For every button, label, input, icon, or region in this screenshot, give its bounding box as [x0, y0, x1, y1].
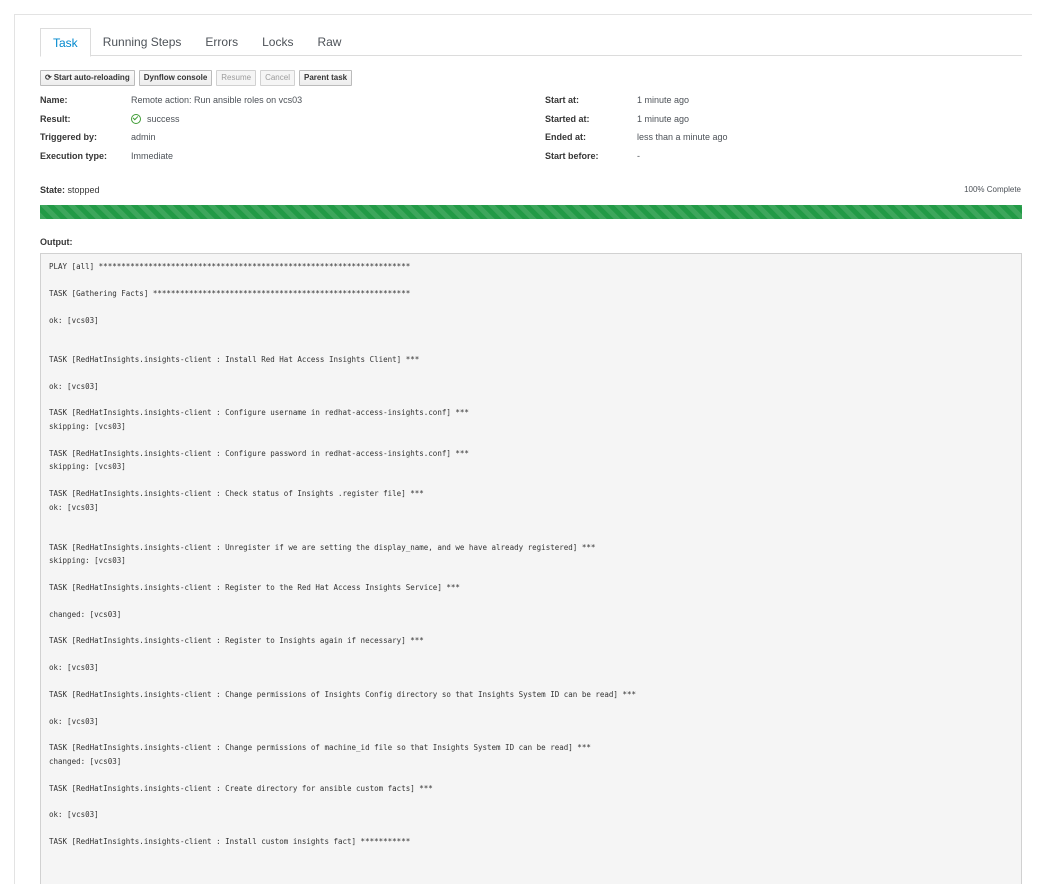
- cancel-button[interactable]: Cancel: [260, 70, 295, 86]
- task-toolbar: ⟳ Start auto-reloading Dynflow console Re…: [40, 70, 353, 86]
- details-right: Start at: 1 minute ago Started at: 1 minut…: [545, 91, 728, 165]
- auto-reload-label: Start auto-reloading: [53, 73, 130, 82]
- exec-type-value: Immediate: [131, 151, 174, 162]
- refresh-icon: ⟳: [45, 73, 52, 82]
- exec-type-label: Execution type:: [40, 151, 108, 162]
- triggered-label: Triggered by:: [40, 132, 98, 143]
- output-line: TASK [RedHatInsights.insights-client : R…: [49, 583, 460, 592]
- state-value: stopped: [67, 185, 100, 195]
- tab-task[interactable]: Task: [40, 28, 91, 57]
- tab-errors[interactable]: Errors: [193, 28, 250, 55]
- start-at-label: Start at:: [545, 95, 580, 106]
- progress-bar-fill: [40, 205, 1022, 219]
- dynflow-console-button[interactable]: Dynflow console: [138, 70, 213, 86]
- result-text: success: [147, 113, 180, 124]
- tab-locks[interactable]: Locks: [250, 28, 305, 55]
- start-before-value: -: [637, 151, 640, 162]
- output-line: PLAY [all] *****************************…: [49, 262, 411, 271]
- output-line: TASK [RedHatInsights.insights-client : C…: [49, 743, 591, 752]
- task-tabs: Task Running Steps Errors Locks Raw: [40, 28, 1022, 57]
- output-line: ok: [vcs03]: [49, 503, 99, 512]
- name-value: Remote action: Run ansible roles on vcs0…: [131, 95, 303, 106]
- tab-running-steps[interactable]: Running Steps: [91, 28, 194, 55]
- output-line: ok: [vcs03]: [49, 316, 99, 325]
- start-before-label: Start before:: [545, 151, 599, 162]
- output-line: ok: [vcs03]: [49, 717, 99, 726]
- output-line: TASK [RedHatInsights.insights-client : C…: [49, 784, 433, 793]
- output-line: TASK [RedHatInsights.insights-client : U…: [49, 543, 596, 552]
- output-line: TASK [RedHatInsights.insights-client : C…: [49, 449, 469, 458]
- output-line: skipping: [vcs03]: [49, 556, 126, 565]
- progress-bar: [40, 205, 1022, 219]
- details-left: Name: Remote action: Run ansible roles on…: [40, 91, 302, 165]
- output-log[interactable]: PLAY [all] *****************************…: [40, 253, 1022, 884]
- result-label: Result:: [40, 113, 71, 124]
- progress-text: 100% Complete: [964, 185, 1021, 194]
- output-line: TASK [RedHatInsights.insights-client : C…: [49, 408, 469, 417]
- output-line: TASK [RedHatInsights.insights-client : R…: [49, 636, 424, 645]
- ended-at-label: Ended at:: [545, 132, 587, 143]
- task-state: State: stopped: [40, 185, 100, 195]
- output-line: changed: [vcs03]: [49, 757, 122, 766]
- ended-at-value: less than a minute ago: [637, 132, 728, 143]
- output-line: skipping: [vcs03]: [49, 462, 126, 471]
- output-line: ok: [vcs03]: [49, 810, 99, 819]
- output-line: TASK [RedHatInsights.insights-client : I…: [49, 837, 411, 846]
- output-line: TASK [RedHatInsights.insights-client : C…: [49, 690, 636, 699]
- triggered-by-link[interactable]: admin: [131, 132, 156, 142]
- output-line: TASK [RedHatInsights.insights-client : C…: [49, 489, 424, 498]
- tab-raw[interactable]: Raw: [305, 28, 353, 55]
- parent-task-button[interactable]: Parent task: [298, 70, 353, 86]
- auto-reload-button[interactable]: ⟳ Start auto-reloading: [40, 70, 135, 86]
- started-at-label: Started at:: [545, 113, 590, 124]
- state-label: State:: [40, 185, 66, 195]
- success-icon: [131, 113, 141, 124]
- started-at-value: 1 minute ago: [637, 113, 690, 124]
- name-label: Name:: [40, 95, 68, 106]
- output-line: ok: [vcs03]: [49, 382, 99, 391]
- output-line: TASK [Gathering Facts] *****************…: [49, 289, 411, 298]
- resume-button[interactable]: Resume: [216, 70, 257, 86]
- result-value: success: [131, 113, 180, 124]
- output-line: TASK [RedHatInsights.insights-client : I…: [49, 355, 420, 364]
- output-line: ok: [vcs03]: [49, 663, 99, 672]
- start-at-value: 1 minute ago: [637, 95, 690, 106]
- output-line: changed: [vcs03]: [49, 610, 122, 619]
- output-line: skipping: [vcs03]: [49, 422, 126, 431]
- output-label: Output:: [40, 237, 73, 247]
